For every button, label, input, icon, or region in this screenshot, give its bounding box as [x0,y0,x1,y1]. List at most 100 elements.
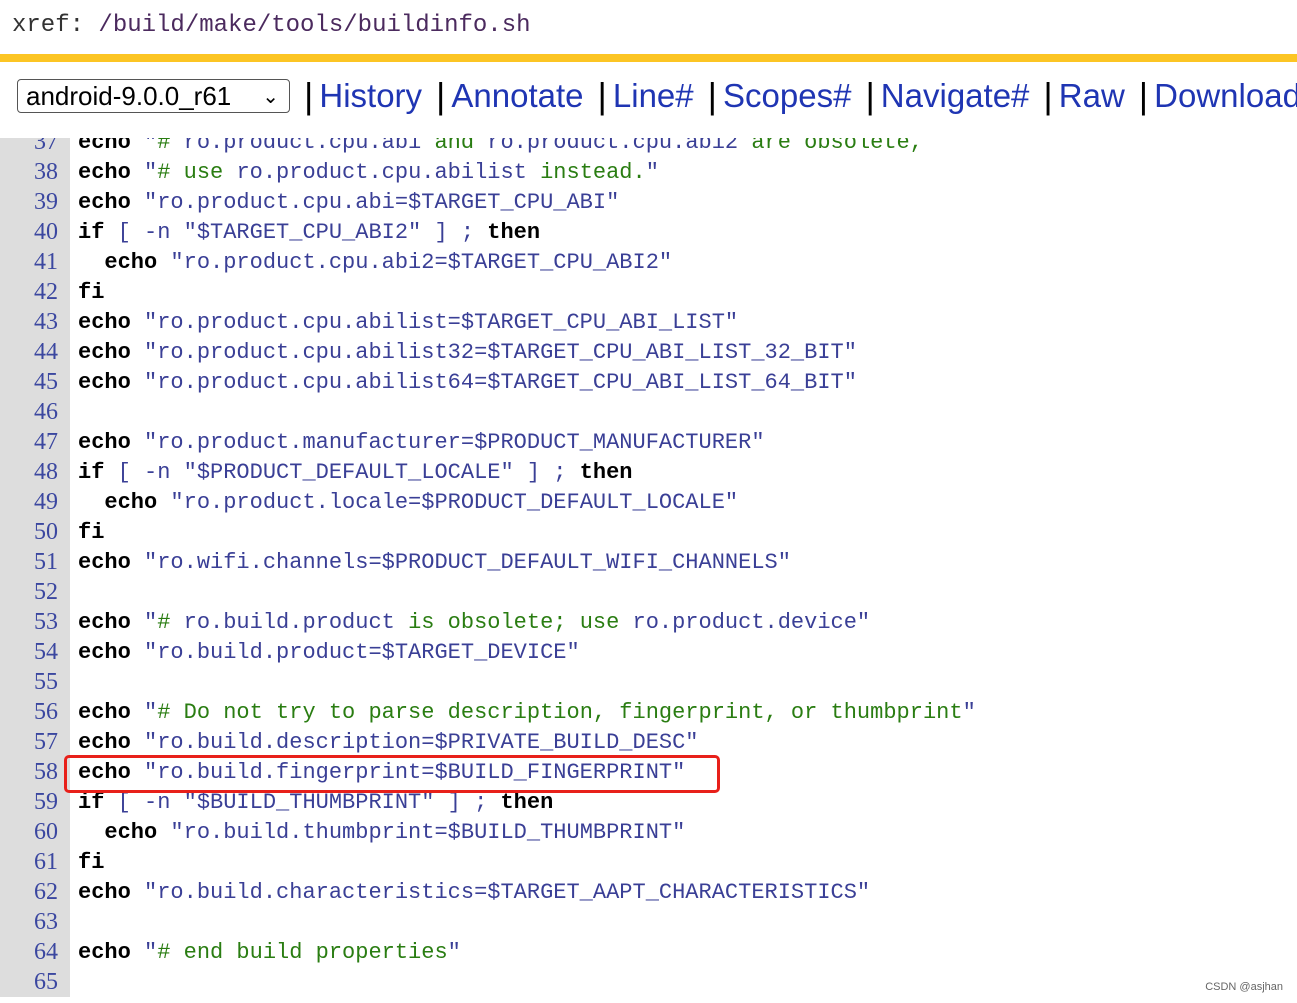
code-token: then [579,459,633,485]
code-token: " [144,699,158,725]
code-token: " [645,159,659,185]
code-text: echo "# ro.build.product is obsolete; us… [70,610,870,635]
line-number[interactable]: 57 [0,727,70,757]
revision-select[interactable]: android-9.0.0_r61 ⌄ [17,79,290,113]
code-token: and [434,138,488,155]
code-token: echo [78,939,145,965]
line-number[interactable]: 38 [0,157,70,187]
line-number[interactable]: 50 [0,517,70,547]
code-line: 53 echo "# ro.build.product is obsolete; … [0,607,976,637]
code-text: echo "ro.build.characteristics=$TARGET_A… [70,880,870,905]
code-text: echo "ro.build.product=$TARGET_DEVICE" [70,640,580,665]
code-view: 37 echo "# ro.product.cpu.abi and ro.prod… [0,138,1297,1003]
code-token: # use [157,159,237,185]
code-line: 60 echo "ro.build.thumbprint=$BUILD_THUM… [0,817,976,847]
code-line: 47 echo "ro.product.manufacturer=$PRODUCT… [0,427,976,457]
code-token: echo [78,879,145,905]
xref-label: xref: [12,12,85,39]
line-number[interactable]: 60 [0,817,70,847]
code-token: echo [78,189,145,215]
line-number[interactable]: 45 [0,367,70,397]
code-line: 54 echo "ro.build.product=$TARGET_DEVICE" [0,637,976,667]
line-number[interactable]: 49 [0,487,70,517]
code-line: 56 echo "# Do not try to parse descriptio… [0,697,976,727]
nav-link-history[interactable]: History [319,77,422,115]
separator: | [597,75,607,116]
code-text: echo "# use ro.product.cpu.abilist inste… [70,160,659,185]
code-line: 52 [0,577,976,607]
separator: | [304,75,314,116]
code-line: 64 echo "# end build properties" [0,937,976,967]
accent-bar [0,54,1297,62]
file-path[interactable]: /build/make/tools/buildinfo.sh [98,12,530,39]
line-number[interactable]: 59 [0,787,70,817]
code-text: echo "# ro.product.cpu.abi and ro.produc… [70,138,923,155]
line-number[interactable]: 41 [0,247,70,277]
separator: | [865,75,875,116]
line-number[interactable]: 64 [0,937,70,967]
code-token: ro.build.product [183,609,409,635]
line-number[interactable]: 58 [0,757,70,787]
code-line: 65 [0,967,976,997]
separator: | [707,75,717,116]
line-number[interactable]: 65 [0,967,70,997]
code-text: echo "ro.product.cpu.abilist64=$TARGET_C… [70,370,857,395]
code-token: # Do not try to parse description, finge… [157,699,963,725]
xref-breadcrumb: xref: /build/make/tools/buildinfo.sh [12,12,531,39]
line-number[interactable]: 47 [0,427,70,457]
code-text: echo "ro.product.cpu.abilist32=$TARGET_C… [70,340,857,365]
code-line: 55 [0,667,976,697]
code-line: 61 fi [0,847,976,877]
line-number[interactable]: 53 [0,607,70,637]
toolbar: android-9.0.0_r61 ⌄ | History | Annotate | Lin… [17,72,1297,120]
line-number[interactable]: 48 [0,457,70,487]
code-token: if [78,219,118,245]
line-number[interactable]: 43 [0,307,70,337]
code-token: echo [78,699,145,725]
nav-link-scopes-num[interactable]: Scopes# [723,77,851,115]
line-number[interactable]: 44 [0,337,70,367]
line-number[interactable]: 56 [0,697,70,727]
line-number[interactable]: 37 [0,138,70,157]
highlight-box [64,755,720,793]
code-token: echo [78,639,145,665]
code-text: fi [70,520,104,545]
code-text: echo "ro.product.locale=$PRODUCT_DEFAULT… [70,490,738,515]
code-token: " [962,699,976,725]
code-text: echo "ro.build.description=$PRIVATE_BUIL… [70,730,699,755]
code-line: 51 echo "ro.wifi.channels=$PRODUCT_DEFAUL… [0,547,976,577]
code-token: "ro.build.description=$PRIVATE_BUILD_DES… [144,729,699,755]
code-token: "ro.product.cpu.abilist32=$TARGET_CPU_AB… [144,339,857,365]
code-token: echo [78,609,145,635]
code-token: " [447,939,461,965]
code-token: echo [78,369,145,395]
line-number[interactable]: 61 [0,847,70,877]
code-text: if [ -n "$BUILD_THUMBPRINT" ] ; then [70,790,553,815]
code-token: # end build properties [157,939,448,965]
line-number[interactable]: 42 [0,277,70,307]
nav-link-raw[interactable]: Raw [1059,77,1125,115]
code-line: 45 echo "ro.product.cpu.abilist64=$TARGET… [0,367,976,397]
code-text: if [ -n "$PRODUCT_DEFAULT_LOCALE" ] ; th… [70,460,633,485]
line-number[interactable]: 40 [0,217,70,247]
line-number[interactable]: 63 [0,907,70,937]
code-token: echo [78,138,145,155]
line-number[interactable]: 52 [0,577,70,607]
code-token: then [500,789,554,815]
code-token: fi [78,279,105,305]
line-number[interactable]: 51 [0,547,70,577]
code-token: if [78,789,118,815]
line-number[interactable]: 46 [0,397,70,427]
line-number[interactable]: 39 [0,187,70,217]
code-text: if [ -n "$TARGET_CPU_ABI2" ] ; then [70,220,540,245]
nav-link-line-num[interactable]: Line# [613,77,694,115]
nav-link-annotate[interactable]: Annotate [451,77,583,115]
code-line: 62 echo "ro.build.characteristics=$TARGET… [0,877,976,907]
nav-link-download[interactable]: Download [1154,77,1297,115]
line-number[interactable]: 54 [0,637,70,667]
watermark: CSDN @asjhan [1205,981,1283,993]
line-number[interactable]: 55 [0,667,70,697]
nav-link-navigate-num[interactable]: Navigate# [881,77,1030,115]
line-number[interactable]: 62 [0,877,70,907]
